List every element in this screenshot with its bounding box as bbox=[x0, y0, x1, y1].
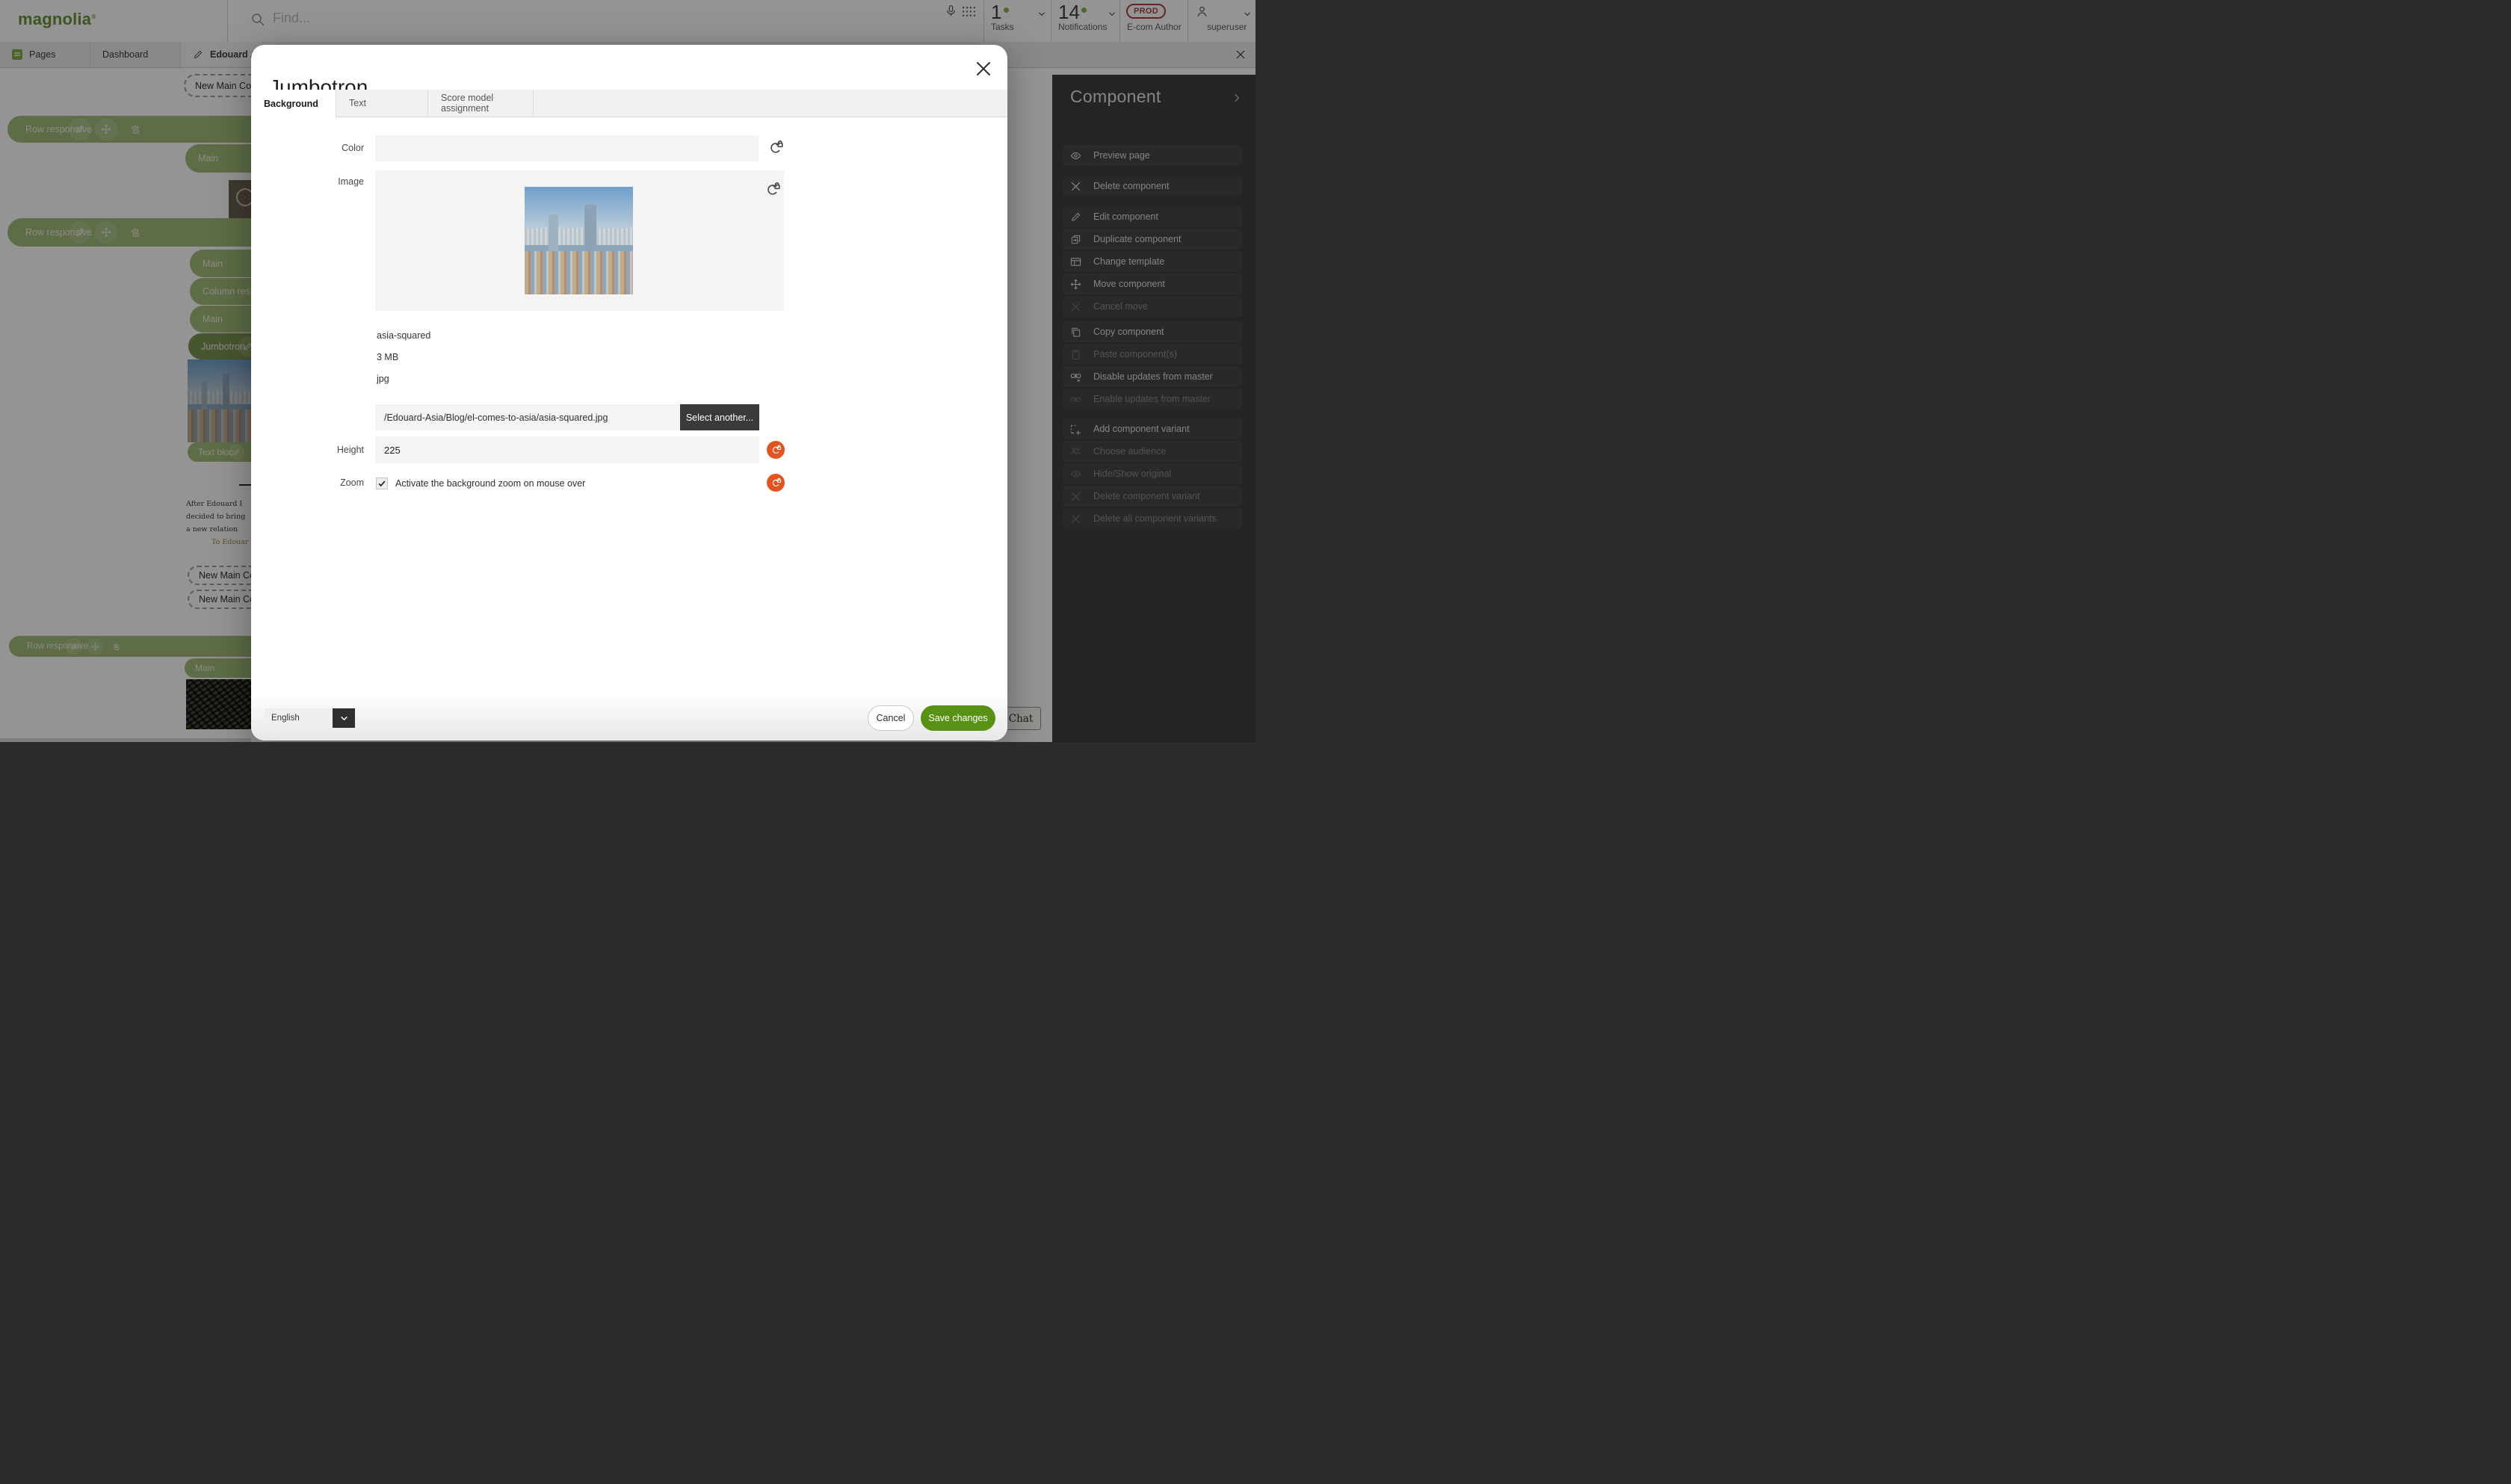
reset-lock-icon[interactable] bbox=[767, 140, 784, 156]
zoom-field-label: Zoom bbox=[251, 477, 364, 488]
tab-text[interactable]: Text bbox=[336, 90, 428, 117]
file-type: jpg bbox=[377, 374, 389, 384]
tab-bar-filler bbox=[534, 90, 1007, 117]
image-upload-panel[interactable] bbox=[375, 170, 784, 311]
zoom-checkbox-label: Activate the background zoom on mouse ov… bbox=[395, 478, 585, 489]
tower bbox=[584, 205, 596, 253]
save-changes-label: Save changes bbox=[928, 713, 987, 723]
reset-lock-icon bbox=[770, 477, 782, 489]
file-size: 3 MB bbox=[377, 352, 398, 362]
reset-lock-icon[interactable] bbox=[765, 182, 781, 198]
reset-lock-icon bbox=[770, 445, 782, 456]
file-name: asia-squared bbox=[377, 330, 430, 341]
screen: magnolia® Find... 1 Tasks 14 Notificatio… bbox=[0, 0, 1256, 742]
tab-score-model-assignment[interactable]: Score model assignment bbox=[428, 90, 534, 117]
height-field-label: Height bbox=[251, 445, 364, 455]
dialog-tab-bar: Background Text Score model assignment bbox=[251, 90, 1007, 117]
tab-text-label: Text bbox=[349, 98, 366, 108]
height-input[interactable]: 225 bbox=[375, 436, 759, 463]
close-icon[interactable] bbox=[975, 60, 992, 78]
cancel-button[interactable]: Cancel bbox=[868, 705, 914, 731]
tab-background[interactable]: Background bbox=[251, 90, 336, 117]
tab-background-label: Background bbox=[264, 99, 318, 109]
modified-reset-badge[interactable] bbox=[767, 441, 785, 459]
jumbotron-dialog: Jumbotron Background Text Score model as… bbox=[251, 45, 1007, 741]
front-buildings bbox=[525, 251, 633, 294]
image-thumbnail[interactable] bbox=[525, 187, 633, 294]
cancel-label: Cancel bbox=[877, 713, 906, 723]
language-value: English bbox=[271, 714, 300, 723]
asset-path-input[interactable]: /Edouard-Asia/Blog/el-comes-to-asia/asia… bbox=[375, 404, 680, 430]
select-another-label: Select another... bbox=[686, 412, 753, 423]
color-input[interactable] bbox=[375, 135, 759, 161]
select-another-button[interactable]: Select another... bbox=[680, 404, 759, 430]
modified-reset-badge[interactable] bbox=[767, 474, 785, 492]
zoom-checkbox[interactable] bbox=[376, 477, 388, 489]
language-select[interactable]: English bbox=[265, 708, 333, 728]
image-field-label: Image bbox=[251, 176, 364, 187]
asset-path-value: /Edouard-Asia/Blog/el-comes-to-asia/asia… bbox=[384, 412, 608, 423]
chevron-down-icon bbox=[339, 714, 349, 723]
save-changes-button[interactable]: Save changes bbox=[921, 705, 995, 731]
check-icon bbox=[377, 479, 386, 488]
color-field-label: Color bbox=[251, 143, 364, 153]
far-city bbox=[525, 228, 633, 246]
tower bbox=[549, 214, 558, 256]
tab-score-label: Score model assignment bbox=[441, 93, 533, 114]
height-value: 225 bbox=[384, 445, 401, 456]
language-dropdown-button[interactable] bbox=[333, 708, 355, 728]
